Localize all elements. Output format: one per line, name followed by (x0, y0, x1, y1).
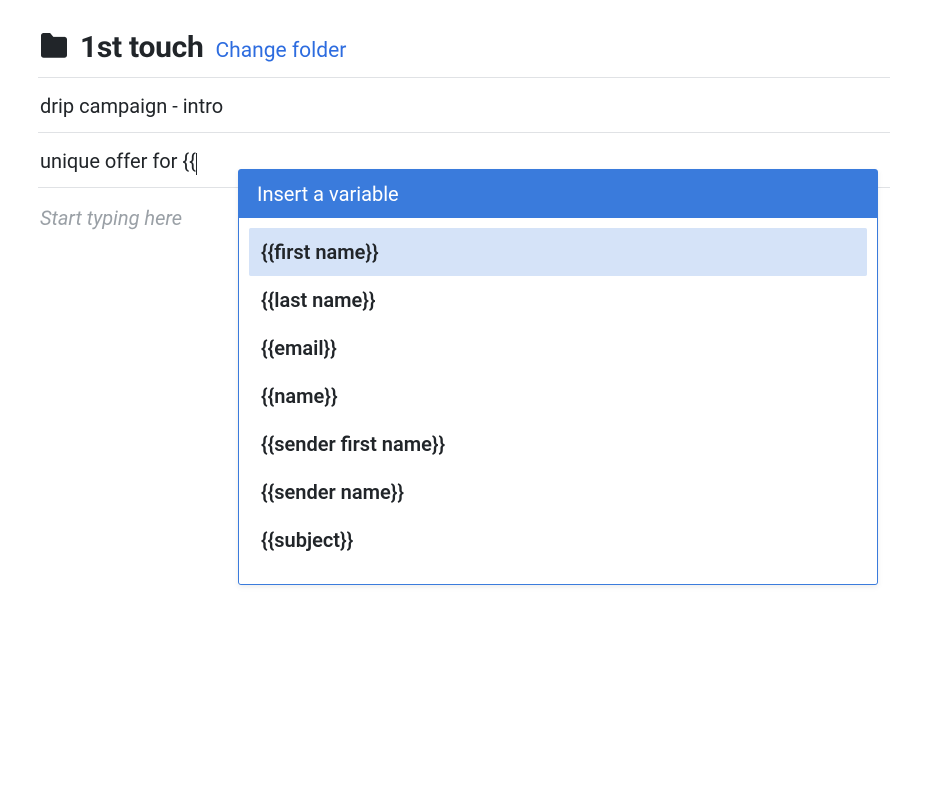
variable-option-first-name[interactable]: {{first name}} (249, 228, 867, 276)
text-caret (196, 153, 198, 175)
variable-option-name[interactable]: {{name}} (249, 372, 867, 420)
subject-text: unique offer for {{ (40, 149, 197, 173)
variable-option-sender-first-name[interactable]: {{sender first name}} (249, 420, 867, 468)
variable-option-sender-name[interactable]: {{sender name}} (249, 468, 867, 516)
variable-dropdown: Insert a variable {{first name}} {{last … (238, 169, 878, 585)
folder-title: 1st touch (80, 30, 203, 65)
body-placeholder: Start typing here (40, 206, 182, 230)
folder-icon (38, 33, 70, 59)
variable-dropdown-header: Insert a variable (239, 170, 877, 218)
subject-value: unique offer for {{ (40, 149, 196, 173)
campaign-name-text: drip campaign - intro (40, 94, 223, 118)
variable-option-last-name[interactable]: {{last name}} (249, 276, 867, 324)
variable-dropdown-list: {{first name}} {{last name}} {{email}} {… (239, 218, 877, 564)
subject-field[interactable]: unique offer for {{ Insert a variable {{… (38, 132, 890, 187)
folder-header: 1st touch Change folder (38, 30, 890, 65)
change-folder-link[interactable]: Change folder (215, 39, 346, 63)
campaign-name-field[interactable]: drip campaign - intro (38, 77, 890, 132)
variable-option-subject[interactable]: {{subject}} (249, 516, 867, 564)
variable-option-email[interactable]: {{email}} (249, 324, 867, 372)
